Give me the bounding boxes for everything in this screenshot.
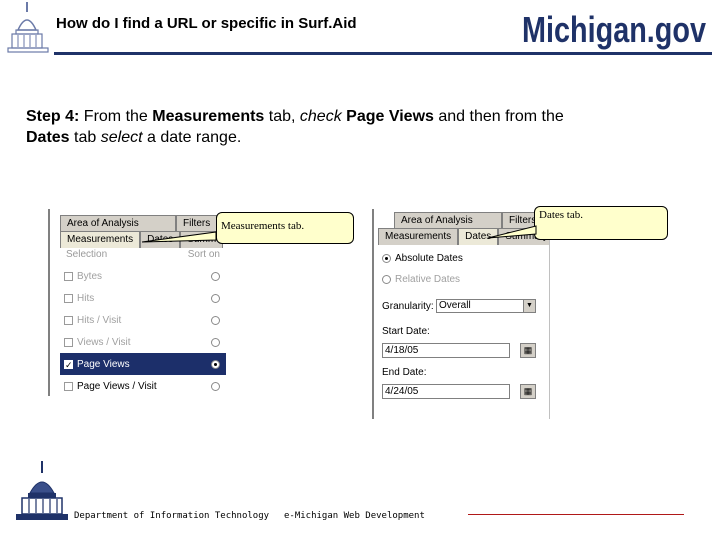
sort-radio[interactable] <box>211 293 220 303</box>
absolute-dates-option[interactable]: Absolute Dates <box>382 253 463 264</box>
granularity-value: Overall <box>439 300 471 311</box>
checkbox-checked[interactable] <box>64 359 73 369</box>
radio-selected[interactable] <box>382 254 391 263</box>
instruction-fragment: tab, <box>268 108 296 125</box>
callout-pointer <box>487 225 537 239</box>
instruction-dates: Dates <box>26 129 70 146</box>
instruction-fragment: and then from the <box>438 108 564 125</box>
dates-callout: Dates tab. <box>534 206 668 240</box>
sort-radio-selected[interactable] <box>211 359 220 369</box>
column-selection: Selection <box>66 249 108 260</box>
radio[interactable] <box>382 275 391 284</box>
instruction-measurements: Measurements <box>152 108 265 125</box>
list-item-page-views[interactable]: Page Views <box>60 353 226 375</box>
instruction-fragment: a date range. <box>146 129 242 146</box>
measurement-list: Bytes Hits Hits / Visit Views / Visit Pa… <box>60 265 226 396</box>
checkbox[interactable] <box>64 293 73 303</box>
sort-radio[interactable] <box>211 271 220 281</box>
footer-department: Department of Information Technology <box>74 511 270 521</box>
checkbox[interactable] <box>64 337 73 347</box>
instruction-check: check <box>299 108 342 125</box>
instruction-fragment: tab <box>74 129 97 146</box>
footer-divider <box>468 514 684 515</box>
logo-text: Michigan.gov <box>522 9 706 50</box>
absolute-dates-label: Absolute Dates <box>395 253 463 264</box>
calendar-icon[interactable]: ▦ <box>520 384 536 399</box>
michigan-gov-logo: Michigan.gov <box>522 9 706 50</box>
sort-radio[interactable] <box>211 337 220 347</box>
checkbox[interactable] <box>64 381 73 391</box>
instruction-page-views: Page Views <box>346 108 434 125</box>
relative-dates-label: Relative Dates <box>395 274 461 285</box>
list-item-label: Hits <box>77 292 95 304</box>
tab-measurements[interactable]: Measurements <box>378 228 459 245</box>
list-header: Selection Sort on <box>60 249 226 263</box>
checkbox[interactable] <box>64 315 73 325</box>
list-item[interactable]: Bytes <box>60 265 226 287</box>
list-item[interactable]: Page Views / Visit <box>60 375 226 396</box>
chevron-down-icon[interactable]: ▼ <box>523 300 535 312</box>
end-date-label: End Date: <box>382 367 427 378</box>
capitol-footer-icon <box>16 461 68 520</box>
capitol-logo-icon <box>7 2 49 53</box>
sort-radio[interactable] <box>211 315 220 325</box>
granularity-select[interactable]: Overall ▼ <box>436 299 536 313</box>
step-label: Step 4: <box>26 108 80 125</box>
callout-pointer <box>141 231 217 243</box>
relative-dates-option[interactable]: Relative Dates <box>382 274 460 285</box>
footer-emichigan: e-Michigan Web Development <box>284 511 425 521</box>
list-item-label: Page Views / Visit <box>77 380 157 392</box>
column-sort-on: Sort on <box>187 249 220 260</box>
start-date-label: Start Date: <box>382 326 430 337</box>
instruction-text: Step 4: From the Measurements tab, check… <box>26 106 706 148</box>
dates-panel: Area of Analysis Filters Measurements Da… <box>372 209 550 419</box>
sort-radio[interactable] <box>211 381 220 391</box>
list-item[interactable]: Hits / Visit <box>60 309 226 331</box>
granularity-label: Granularity: <box>382 301 434 312</box>
page-title: How do I find a URL or specific in Surf.… <box>56 15 357 32</box>
list-item-label: Page Views <box>77 358 130 370</box>
end-date-input[interactable]: 4/24/05 <box>382 384 510 399</box>
list-item-label: Hits / Visit <box>77 314 122 326</box>
measurements-callout: Measurements tab. <box>216 212 354 244</box>
list-item[interactable]: Views / Visit <box>60 331 226 353</box>
list-item[interactable]: Hits <box>60 287 226 309</box>
calendar-icon[interactable]: ▦ <box>520 343 536 358</box>
start-date-input[interactable]: 4/18/05 <box>382 343 510 358</box>
header-divider <box>54 52 712 55</box>
checkbox[interactable] <box>64 271 73 281</box>
instruction-select: select <box>100 129 143 146</box>
tab-measurements[interactable]: Measurements <box>60 231 141 248</box>
list-item-label: Bytes <box>77 270 103 282</box>
instruction-fragment: From the <box>83 108 148 125</box>
list-item-label: Views / Visit <box>77 336 131 348</box>
